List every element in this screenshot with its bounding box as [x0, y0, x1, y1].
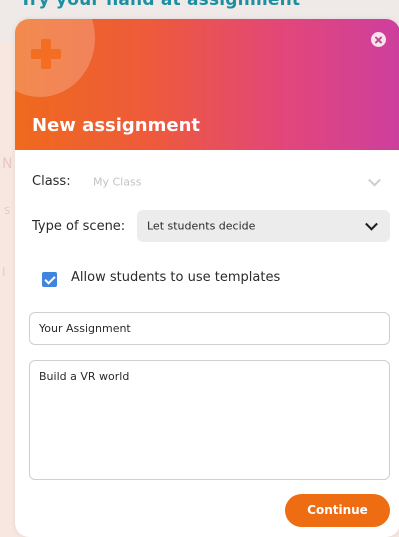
dialog-header: New assignment [15, 19, 399, 150]
background-faint-text: I [2, 265, 6, 279]
scene-type-select[interactable]: Let students decide [137, 210, 390, 242]
chevron-down-icon [365, 217, 378, 231]
scene-type-label: Type of scene: [32, 219, 126, 234]
plus-icon [31, 39, 61, 69]
assignment-name-input[interactable]: Your Assignment [29, 312, 390, 345]
close-icon[interactable] [371, 32, 386, 47]
new-assignment-dialog: New assignment Class: My Class Type of s… [15, 19, 399, 537]
templates-checkbox-label[interactable]: Allow students to use templates [71, 270, 280, 285]
templates-checkbox[interactable] [42, 272, 57, 287]
background-faint-text: N [2, 156, 13, 172]
class-select[interactable]: My Class [83, 165, 393, 199]
class-select-value: My Class [93, 175, 142, 189]
continue-button[interactable]: Continue [285, 494, 390, 527]
chevron-down-icon [368, 173, 381, 187]
dialog-title: New assignment [32, 115, 200, 136]
scene-type-select-value: Let students decide [147, 219, 256, 233]
assignment-description-textarea[interactable]: Build a VR world [29, 360, 390, 480]
background-faint-text: S [4, 206, 11, 217]
background-heading: Try your hand at assignment [20, 0, 301, 10]
class-label: Class: [32, 174, 71, 189]
